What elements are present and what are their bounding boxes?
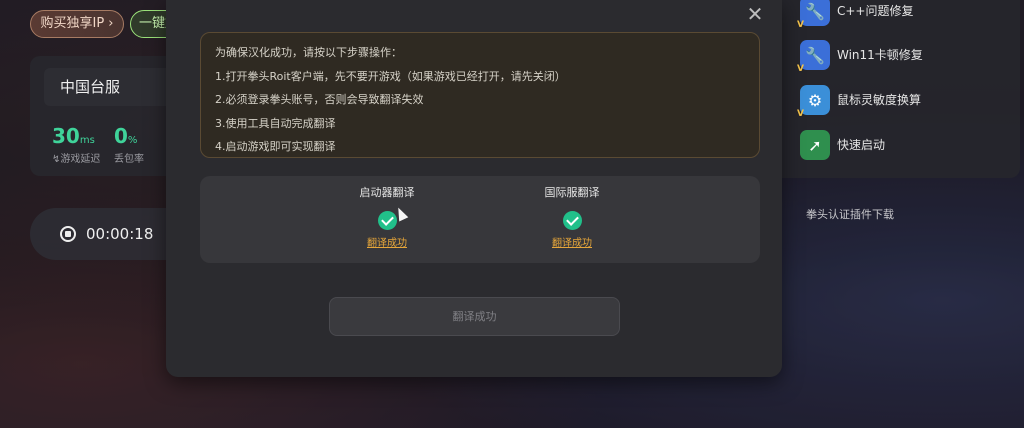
- notice-line: 3.使用工具自动完成翻译: [215, 116, 336, 130]
- wrench-icon: 🔧 V: [797, 40, 830, 74]
- riot-plugin-download-link[interactable]: 拳头认证插件下载: [806, 206, 894, 222]
- translation-status-panel: 启动器翻译 翻译成功 国际服翻译 翻译成功: [200, 176, 760, 263]
- launcher-translation-status[interactable]: 翻译成功: [317, 237, 457, 250]
- international-translation-title: 国际服翻译: [544, 186, 600, 199]
- timer-value: 00:00:18: [86, 225, 154, 243]
- tool-label: Win11卡顿修复: [837, 48, 923, 62]
- session-timer[interactable]: 00:00:18: [30, 208, 180, 260]
- translate-action-button[interactable]: 翻译成功: [329, 297, 620, 336]
- instructions-notice: 为确保汉化成功，请按以下步骤操作： 1.打开拳头Roit客户端，先不要开游戏（如…: [200, 32, 760, 158]
- server-selector[interactable]: 中国台服: [44, 68, 180, 106]
- packet-loss-stat: 0% 丢包率: [114, 124, 144, 165]
- latency-label: ↯游戏延迟: [52, 154, 101, 165]
- notice-line: 为确保汉化成功，请按以下步骤操作：: [215, 46, 402, 59]
- loss-value: 0: [114, 124, 128, 148]
- gear-icon: ⚙ V: [797, 85, 830, 119]
- latency-stat: 30ms ↯游戏延迟: [52, 124, 100, 165]
- buy-exclusive-ip-button[interactable]: 购买独享IP ›: [30, 10, 124, 38]
- launcher-translation-title: 启动器翻译: [359, 186, 415, 199]
- notice-line: 2.必须登录拳头账号，否则会导致翻译失效: [215, 93, 424, 106]
- notice-line: 4.启动游戏即可实现翻译: [215, 140, 336, 153]
- close-icon[interactable]: ✕: [745, 4, 765, 24]
- loss-unit: %: [127, 135, 138, 146]
- international-translation-status[interactable]: 翻译成功: [502, 237, 642, 250]
- stop-icon[interactable]: [60, 226, 76, 242]
- latency-value: 30: [52, 124, 80, 148]
- notice-line: 1.打开拳头Roit客户端，先不要开游戏（如果游戏已经打开，请先关闭）: [215, 69, 566, 83]
- check-icon: [377, 211, 397, 230]
- tool-label: 快速启动: [837, 138, 886, 152]
- international-translation: 国际服翻译 翻译成功: [502, 176, 642, 250]
- wrench-icon: 🔧 V: [797, 0, 830, 30]
- launch-icon: ➚: [800, 130, 830, 160]
- latency-unit: ms: [79, 135, 95, 146]
- check-icon: [562, 211, 582, 230]
- tool-label: C++问题修复: [837, 4, 914, 18]
- launcher-translation: 启动器翻译 翻译成功: [317, 176, 457, 250]
- loss-label: 丢包率: [114, 154, 144, 165]
- tool-label: 鼠标灵敏度换算: [837, 93, 922, 107]
